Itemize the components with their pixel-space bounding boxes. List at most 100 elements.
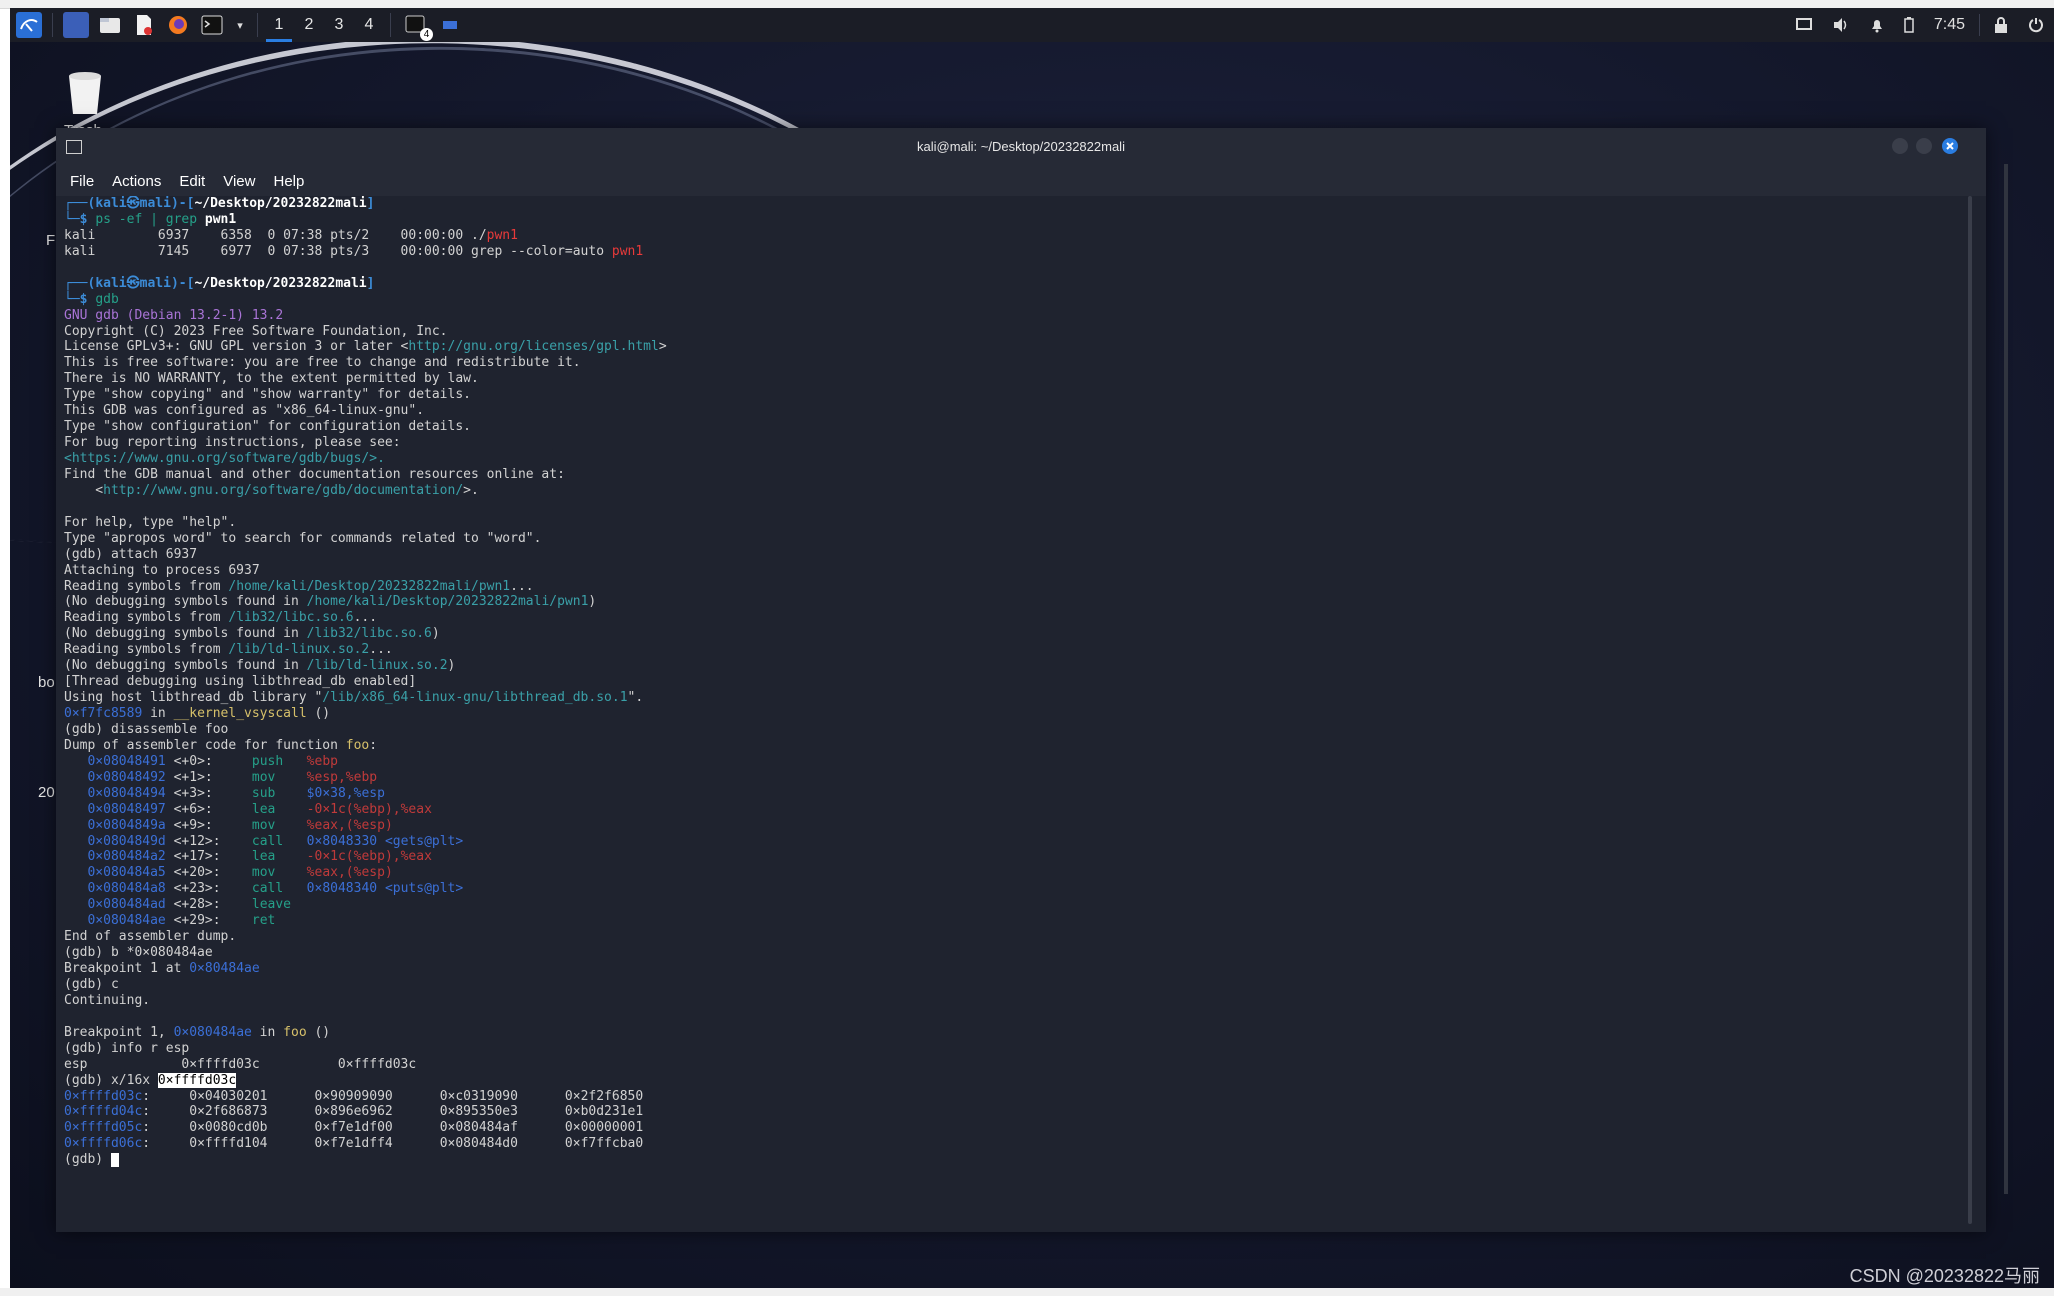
bottom-strip (0, 1288, 2054, 1296)
license-line: License GPLv3+: GNU GPL version 3 or lat… (64, 339, 667, 355)
scrollbar[interactable] (1968, 196, 1972, 1224)
close-button[interactable] (1942, 138, 1958, 154)
symbols-line: Reading symbols from /home/kali/Desktop/… (64, 578, 534, 594)
taskbar-separator (257, 13, 258, 37)
gdb-command: (gdb) c (64, 976, 119, 992)
text-cursor (110, 1152, 119, 1167)
screen: ▾ 1 2 3 4 4 7:45 F bo 20 kali@mali: ~/De… (0, 0, 2054, 1296)
taskbar: ▾ 1 2 3 4 4 7:45 (10, 8, 2054, 42)
output-line: Type "apropos word" to search for comman… (64, 530, 542, 546)
battery-icon[interactable] (1904, 17, 1914, 33)
text-editor-icon[interactable] (131, 12, 157, 38)
desktop-icon-label-f: F (46, 232, 56, 249)
ps-row: kali 7145 6977 0 07:38 pts/3 00:00:00 gr… (64, 243, 644, 259)
output-line: Attaching to process 6937 (64, 562, 260, 578)
output-line: Type "show copying" and "show warranty" … (64, 387, 471, 403)
window-title: kali@mali: ~/Desktop/20232822mali (917, 139, 1125, 154)
asm-row: 0×080484a8 <+23>: call 0×8048340 <puts@p… (87, 881, 464, 897)
desktop-icon-label-bo: bo (38, 674, 55, 691)
workspace-3[interactable]: 3 (324, 8, 354, 42)
lock-icon[interactable] (1994, 17, 2008, 33)
host-lib-line: Using host libthread_db library "/lib/x8… (64, 690, 644, 706)
gdb-command: (gdb) x/16x 0×ffffd03c (64, 1072, 237, 1088)
asm-row: 0×080484ae <+29>: ret (87, 913, 276, 929)
terminal-output[interactable]: ┌──(kali㉿mali)-[~/Desktop/20232822mali] … (64, 196, 1964, 1226)
asm-row: 0×080484a5 <+20>: mov %eax,(%esp) (87, 865, 393, 881)
workspace-1[interactable]: 1 (264, 8, 294, 42)
background-window-scrollbar (2004, 164, 2008, 1194)
bugs-url[interactable]: <https://www.gnu.org/software/gdb/bugs/>… (64, 451, 1964, 467)
menu-view[interactable]: View (223, 173, 255, 190)
menu-actions[interactable]: Actions (112, 173, 161, 190)
workspace-2[interactable]: 2 (294, 8, 324, 42)
output-line: There is NO WARRANTY, to the extent perm… (64, 371, 479, 387)
gdb-prompt[interactable]: (gdb) (64, 1152, 1964, 1168)
asm-row: 0×08048497 <+6>: lea -0×1c(%ebp),%eax (87, 801, 432, 817)
asm-row: 0×0804849a <+9>: mov %eax,(%esp) (87, 817, 393, 833)
gdb-command: (gdb) info r esp (64, 1040, 190, 1056)
maximize-button[interactable] (1916, 138, 1932, 154)
command-line: └─$ ps -ef | grep pwn1 (64, 211, 237, 227)
gdb-command: (gdb) attach 6937 (64, 546, 198, 562)
gdb-command: (gdb) b *0×080484ae (64, 945, 213, 961)
frame-line: 0×f7fc8589 in __kernel_vsyscall () (64, 706, 331, 721)
menu-edit[interactable]: Edit (179, 173, 205, 190)
output-line: Continuing. (64, 992, 151, 1008)
symbols-line: Reading symbols from /lib/ld-linux.so.2.… (64, 642, 393, 658)
menu-file[interactable]: File (70, 173, 94, 190)
menu-bar: File Actions Edit View Help (56, 166, 1986, 196)
volume-icon[interactable] (1832, 17, 1850, 33)
asm-row: 0×080484a2 <+17>: lea -0×1c(%ebp),%eax (87, 849, 432, 865)
command-line: └─$ gdb (64, 291, 119, 307)
gdb-banner: GNU gdb (Debian 13.2-1) 13.2 (64, 307, 284, 323)
watermark: CSDN @20232822马丽 (1849, 1266, 2040, 1286)
output-line: Find the GDB manual and other documentat… (64, 466, 565, 482)
prompt-line: ┌──(kali㉿mali)-[~/Desktop/20232822mali] (64, 196, 375, 211)
chevron-down-icon[interactable]: ▾ (233, 12, 247, 38)
terminal-launcher-icon[interactable] (199, 12, 225, 38)
manual-url-line: <http://www.gnu.org/software/gdb/documen… (64, 482, 479, 498)
selected-text[interactable]: 0×ffffd03c (157, 1072, 237, 1088)
output-line: Type "show configuration" for configurat… (64, 419, 471, 435)
terminal-task-icon[interactable]: 4 (403, 12, 433, 41)
asm-row: 0×08048492 <+1>: mov %esp,%ebp (87, 769, 378, 785)
tray-separator (1979, 14, 1980, 36)
workspace-4[interactable]: 4 (354, 8, 384, 42)
ps-row: kali 6937 6358 0 07:38 pts/2 00:00:00 ./… (64, 227, 518, 243)
kali-menu-icon[interactable] (16, 12, 42, 38)
memory-row: 0×ffffd03c: 0×04030201 0×90909090 0×c031… (64, 1088, 644, 1104)
title-bar[interactable]: kali@mali: ~/Desktop/20232822mali (56, 128, 1986, 166)
register-line: esp 0×ffffd03c 0×ffffd03c (64, 1056, 417, 1072)
system-tray: 7:45 (1786, 14, 2054, 36)
output-line: End of assembler dump. (64, 929, 237, 945)
notification-bell-icon[interactable] (1870, 17, 1884, 33)
asm-row: 0×08048491 <+0>: push %ebp (87, 753, 338, 769)
minimize-button[interactable] (1892, 138, 1908, 154)
desktop-icon-label-20: 20 (38, 784, 55, 801)
clock[interactable]: 7:45 (1934, 16, 1965, 34)
output-line: For bug reporting instructions, please s… (64, 435, 401, 451)
show-desktop-icon[interactable] (63, 12, 89, 38)
asm-row: 0×08048494 <+3>: sub $0×38,%esp (87, 785, 385, 801)
display-icon[interactable] (1795, 18, 1812, 32)
output-line: Copyright (C) 2023 Free Software Foundat… (64, 323, 448, 339)
file-manager-icon[interactable] (97, 12, 123, 38)
gdb-command: (gdb) disassemble foo (64, 721, 229, 737)
task-count-badge: 4 (420, 28, 433, 41)
symbols-line: Reading symbols from /lib32/libc.so.6... (64, 610, 378, 626)
power-icon[interactable] (2028, 17, 2044, 33)
breakpoint-hit-line: Breakpoint 1, 0×080484ae in foo () (64, 1024, 331, 1040)
window-task-icon[interactable] (437, 12, 463, 38)
output-line: This GDB was configured as "x86_64-linux… (64, 403, 425, 419)
symbols-line: (No debugging symbols found in /lib/ld-l… (64, 658, 456, 674)
trash-icon[interactable] (66, 70, 104, 116)
asm-row: 0×080484ad <+28>: leave (87, 897, 292, 913)
memory-row: 0×ffffd04c: 0×2f686873 0×896e6962 0×8953… (64, 1104, 644, 1120)
firefox-icon[interactable] (165, 12, 191, 38)
output-line: This is free software: you are free to c… (64, 355, 581, 371)
menu-help[interactable]: Help (273, 173, 304, 190)
asm-row: 0×0804849d <+12>: call 0×8048330 <gets@p… (87, 833, 464, 849)
